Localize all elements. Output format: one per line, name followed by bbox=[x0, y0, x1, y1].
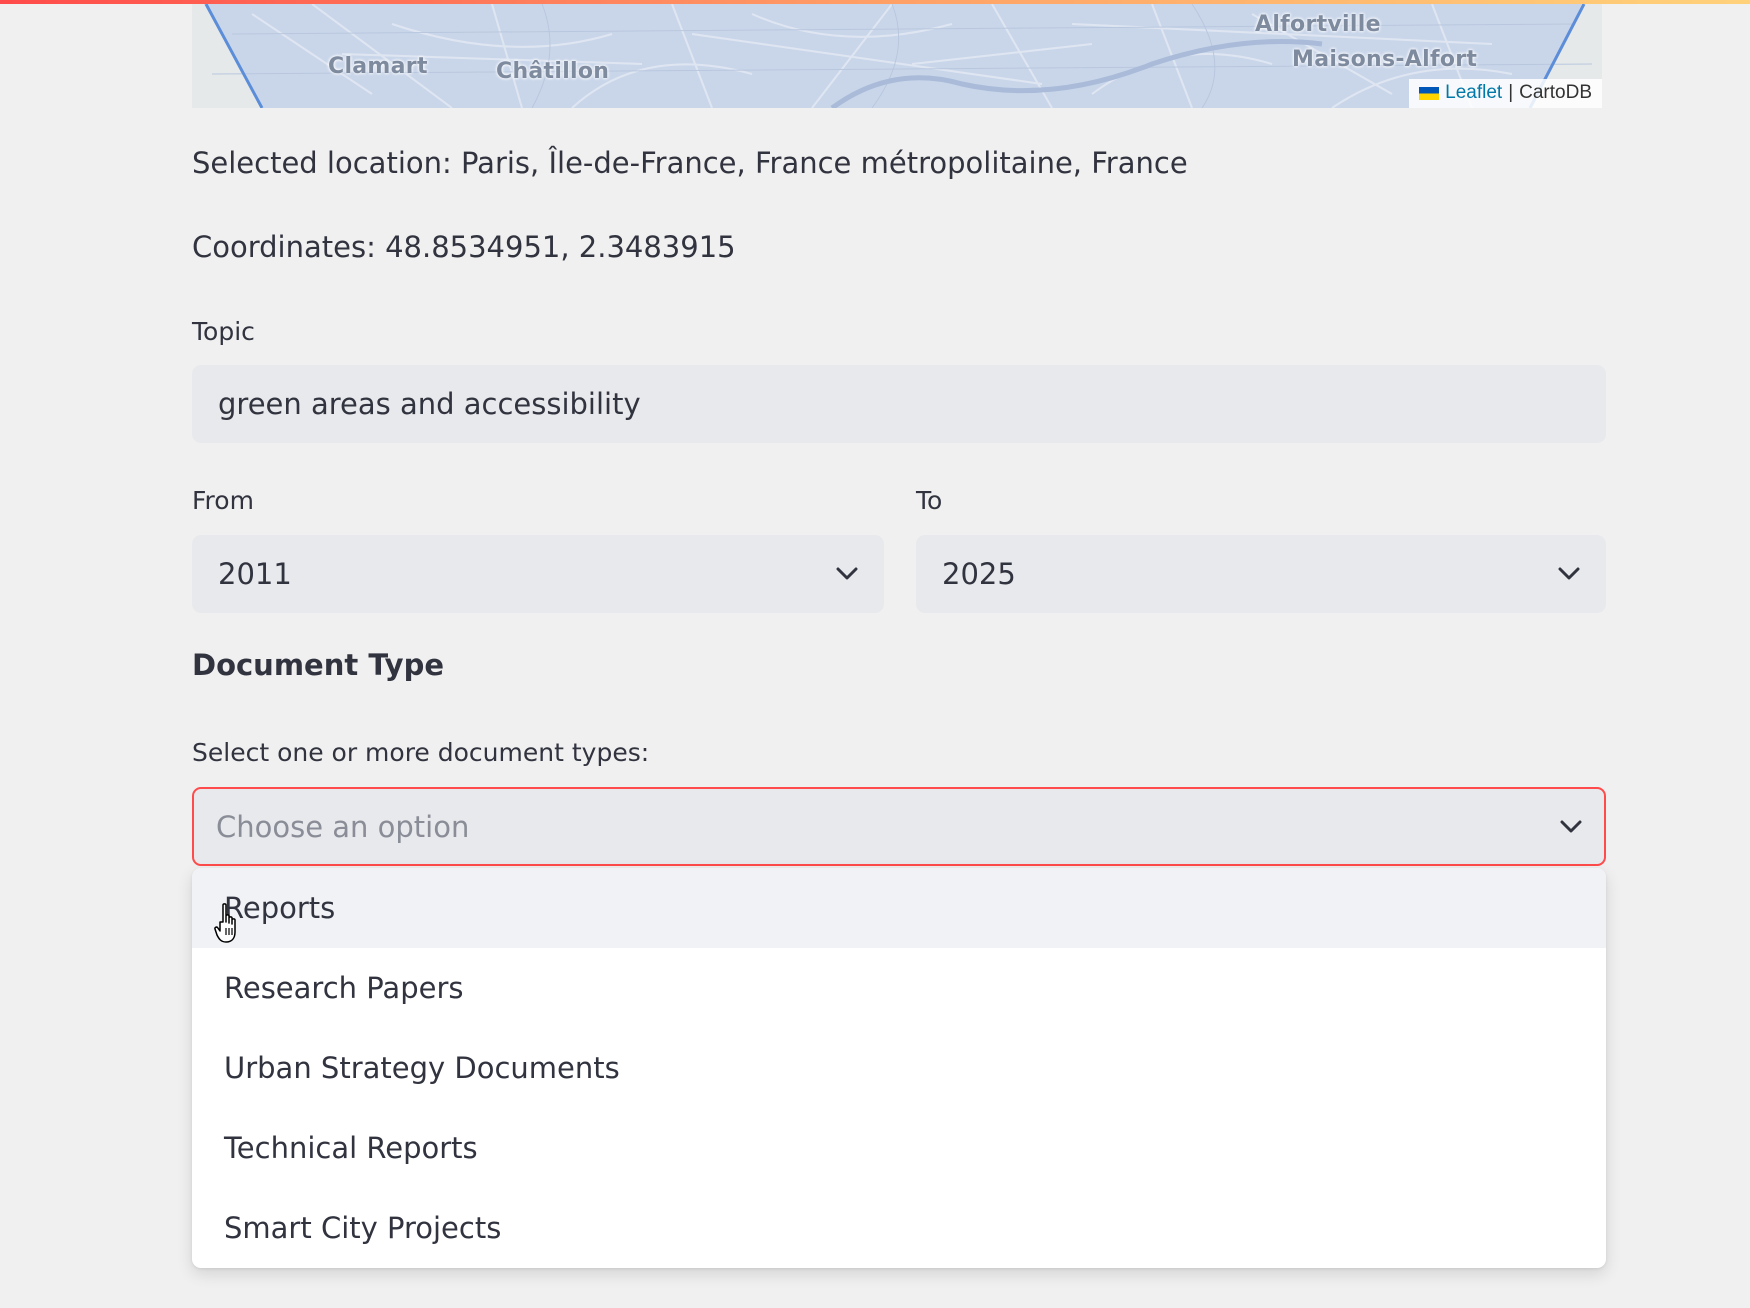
leaflet-link[interactable]: Leaflet bbox=[1445, 82, 1502, 104]
chevron-down-icon bbox=[1558, 563, 1580, 585]
option-reports[interactable]: Reports bbox=[192, 868, 1606, 948]
ukraine-flag-icon bbox=[1419, 86, 1440, 100]
multiselect-placeholder: Choose an option bbox=[216, 809, 470, 844]
chevron-down-icon bbox=[836, 563, 858, 585]
map[interactable]: Clamart Châtillon Alfortville Maisons-Al… bbox=[192, 4, 1602, 108]
map-label-alfortville: Alfortville bbox=[1255, 12, 1381, 37]
topic-input-container bbox=[192, 365, 1606, 443]
document-type-multiselect[interactable]: Choose an option bbox=[192, 787, 1606, 866]
attribution-separator: | bbox=[1508, 82, 1514, 103]
document-type-dropdown: Reports Research Papers Urban Strategy D… bbox=[192, 868, 1606, 1268]
document-type-heading: Document Type bbox=[192, 648, 444, 682]
map-attribution: Leaflet | CartoDB bbox=[1409, 79, 1602, 108]
option-research-papers[interactable]: Research Papers bbox=[192, 948, 1606, 1028]
to-year-select[interactable]: 2025 bbox=[916, 535, 1606, 613]
option-technical-reports[interactable]: Technical Reports bbox=[192, 1108, 1606, 1188]
chevron-down-icon[interactable] bbox=[1560, 816, 1582, 838]
from-year-value: 2011 bbox=[218, 557, 292, 591]
topic-input[interactable] bbox=[192, 365, 1606, 443]
map-label-clamart: Clamart bbox=[328, 54, 428, 79]
from-label: From bbox=[192, 486, 254, 515]
document-type-label: Select one or more document types: bbox=[192, 738, 650, 767]
topic-label: Topic bbox=[192, 317, 255, 346]
option-smart-city-projects[interactable]: Smart City Projects bbox=[192, 1188, 1606, 1268]
option-urban-strategy-documents[interactable]: Urban Strategy Documents bbox=[192, 1028, 1606, 1108]
to-year-value: 2025 bbox=[942, 557, 1016, 591]
coordinates-text: Coordinates: 48.8534951, 2.3483915 bbox=[192, 230, 736, 264]
map-label-maisons-alfort: Maisons-Alfort bbox=[1292, 47, 1478, 72]
to-label: To bbox=[916, 486, 943, 515]
selected-location-text: Selected location: Paris, Île-de-France,… bbox=[192, 146, 1188, 180]
map-label-chatillon: Châtillon bbox=[496, 59, 610, 84]
cartodb-credit: CartoDB bbox=[1519, 82, 1592, 103]
from-year-select[interactable]: 2011 bbox=[192, 535, 884, 613]
